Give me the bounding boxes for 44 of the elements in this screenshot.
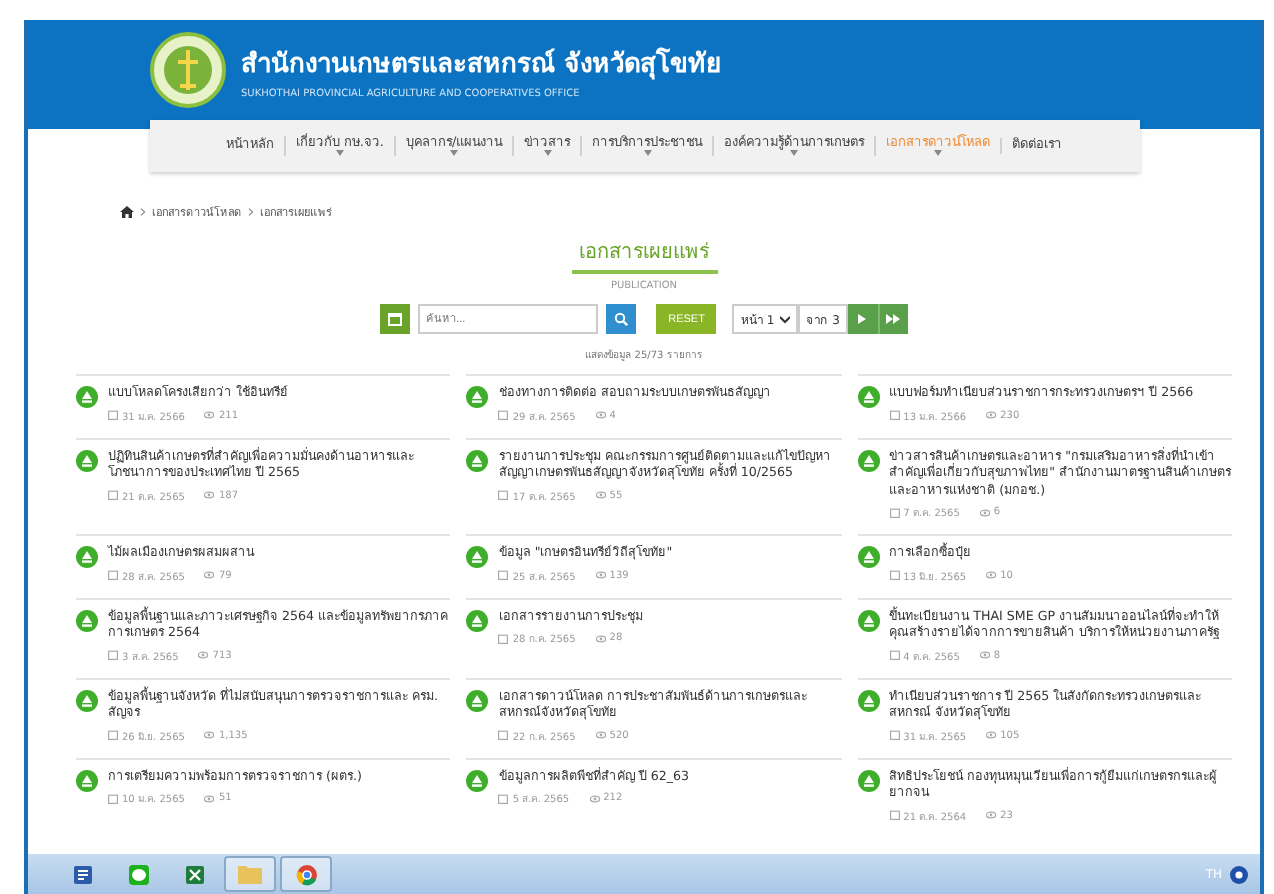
calendar-button[interactable] bbox=[380, 304, 411, 334]
last-page-button[interactable] bbox=[877, 304, 908, 334]
eye-icon bbox=[198, 650, 209, 660]
caret-icon bbox=[450, 150, 459, 157]
folder-icon bbox=[238, 864, 262, 884]
browser-icon bbox=[295, 863, 317, 885]
play-icon bbox=[858, 314, 867, 324]
eye-icon bbox=[986, 730, 997, 740]
taskbar-button[interactable] bbox=[280, 856, 332, 892]
caret-icon bbox=[790, 150, 799, 157]
document-icon bbox=[71, 863, 93, 885]
home-icon[interactable] bbox=[120, 206, 134, 218]
chevron-down-icon bbox=[780, 315, 791, 323]
caret-icon bbox=[543, 150, 552, 157]
eye-icon bbox=[595, 490, 606, 500]
spreadsheet-icon bbox=[183, 863, 205, 885]
caret-icon bbox=[643, 150, 652, 157]
eye-icon bbox=[979, 507, 990, 517]
chat-bubble-icon bbox=[127, 863, 149, 885]
fast-forward-icon bbox=[886, 314, 901, 324]
site-title: สำนักงานเกษตรและสหกรณ์ จังหวัดสุโขทัย bbox=[241, 45, 723, 83]
chevron-right-icon bbox=[248, 208, 254, 216]
eye-icon bbox=[204, 490, 215, 500]
eye-icon bbox=[979, 650, 990, 660]
eye-icon bbox=[595, 730, 606, 740]
next-page-button[interactable] bbox=[847, 304, 878, 334]
eye-icon bbox=[204, 570, 215, 580]
eye-icon bbox=[986, 810, 997, 820]
eye-icon bbox=[595, 410, 606, 420]
eye-icon bbox=[595, 633, 606, 643]
caret-icon bbox=[934, 150, 943, 157]
eye-icon bbox=[204, 730, 215, 740]
caret-icon bbox=[335, 150, 344, 157]
eye-icon bbox=[204, 793, 215, 803]
eye-icon bbox=[595, 570, 606, 580]
eye-icon bbox=[986, 570, 997, 580]
search-button[interactable] bbox=[606, 304, 637, 334]
page-heading: เอกสารเผยแพร่ bbox=[571, 236, 717, 274]
eye-icon bbox=[204, 410, 215, 420]
eye-icon bbox=[986, 410, 997, 420]
chevron-right-icon bbox=[140, 208, 146, 216]
eye-icon bbox=[589, 793, 600, 803]
search-icon bbox=[614, 312, 629, 326]
emblem-logo bbox=[149, 32, 225, 108]
